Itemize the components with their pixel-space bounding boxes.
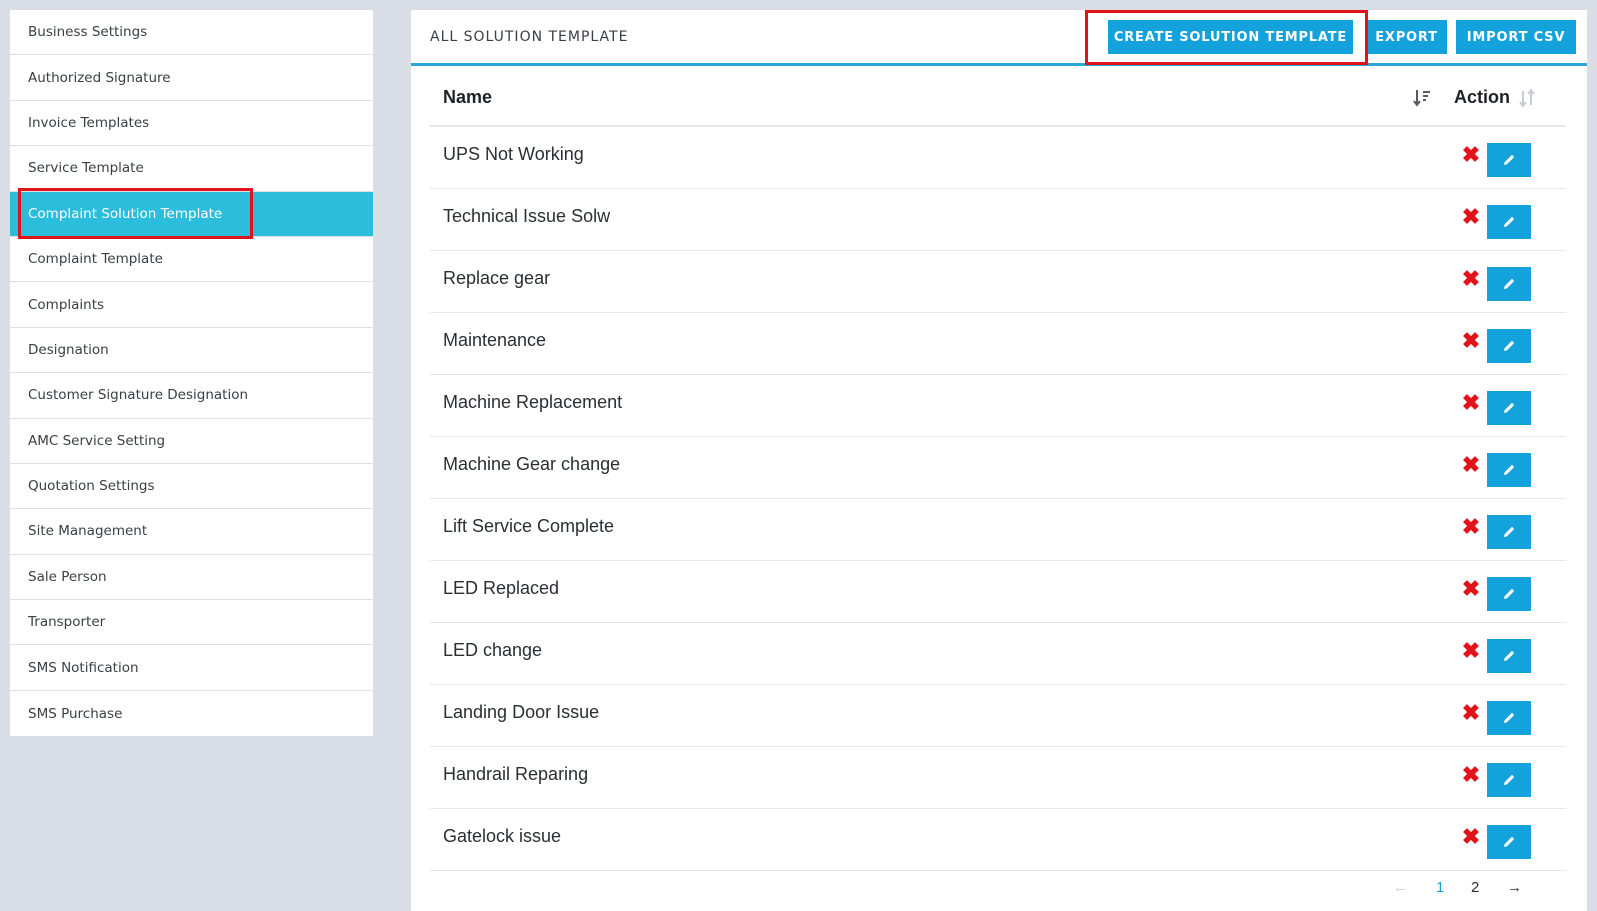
sidebar-item-sms-purchase[interactable]: SMS Purchase (10, 691, 373, 736)
pagination-prev[interactable]: ← (1393, 879, 1408, 909)
delete-icon[interactable]: ✖ (1461, 826, 1481, 848)
panel-header: ALL SOLUTION TEMPLATE CREATE SOLUTION TE… (411, 10, 1587, 66)
row-name: Gatelock issue (443, 826, 562, 846)
edit-button[interactable] (1487, 515, 1531, 549)
pencil-icon (1504, 712, 1515, 723)
delete-icon[interactable]: ✖ (1461, 640, 1481, 662)
row-name: Landing Door Issue (443, 702, 600, 722)
table-row: Landing Door Issue ✖ (430, 685, 1566, 747)
pencil-icon (1504, 588, 1515, 599)
row-name: Technical Issue Solw (443, 206, 611, 226)
delete-icon[interactable]: ✖ (1461, 206, 1481, 228)
table-row: Machine Gear change ✖ (430, 437, 1566, 499)
pencil-icon (1504, 278, 1515, 289)
delete-icon[interactable]: ✖ (1461, 454, 1481, 476)
table-row: Maintenance ✖ (430, 313, 1566, 375)
column-header-name: Name (443, 87, 493, 107)
table-row: Lift Service Complete ✖ (430, 499, 1566, 561)
delete-icon[interactable]: ✖ (1461, 516, 1481, 538)
edit-button[interactable] (1487, 391, 1531, 425)
table-row: LED Replaced ✖ (430, 561, 1566, 623)
pencil-icon (1504, 526, 1515, 537)
delete-icon[interactable]: ✖ (1461, 392, 1481, 414)
delete-icon[interactable]: ✖ (1461, 578, 1481, 600)
sidebar-item-service-template[interactable]: Service Template (10, 146, 373, 192)
pencil-icon (1504, 154, 1515, 165)
edit-button[interactable] (1487, 205, 1531, 239)
table-header: Name Action (430, 67, 1566, 127)
edit-button[interactable] (1487, 267, 1531, 301)
sidebar-item-invoice-templates[interactable]: Invoice Templates (10, 101, 373, 147)
sidebar-item-sale-person[interactable]: Sale Person (10, 555, 373, 601)
sidebar-item-customer-signature-designation[interactable]: Customer Signature Designation (10, 373, 373, 419)
solution-template-table: Name Action UPS Not Working ✖ Technical Is… (430, 67, 1566, 871)
edit-button[interactable] (1487, 639, 1531, 673)
sidebar-item-site-management[interactable]: Site Management (10, 509, 373, 555)
export-button[interactable]: EXPORT (1366, 20, 1447, 54)
pencil-icon (1504, 340, 1515, 351)
pagination-page-2[interactable]: 2 (1471, 879, 1479, 909)
edit-button[interactable] (1487, 453, 1531, 487)
sidebar-item-amc-service-setting[interactable]: AMC Service Setting (10, 419, 373, 464)
delete-icon[interactable]: ✖ (1461, 268, 1481, 290)
row-name: Machine Replacement (443, 392, 623, 412)
row-name: Machine Gear change (443, 454, 621, 474)
delete-icon[interactable]: ✖ (1461, 764, 1481, 786)
pencil-icon (1504, 774, 1515, 785)
edit-button[interactable] (1487, 825, 1531, 859)
pencil-icon (1504, 836, 1515, 847)
action-sort-icon[interactable] (1517, 88, 1537, 113)
edit-button[interactable] (1487, 701, 1531, 735)
sidebar-item-designation[interactable]: Designation (10, 328, 373, 374)
pencil-icon (1504, 216, 1515, 227)
sidebar-item-complaint-template[interactable]: Complaint Template (10, 237, 373, 283)
pagination-page-1[interactable]: 1 (1436, 879, 1444, 909)
sidebar-item-quotation-settings[interactable]: Quotation Settings (10, 464, 373, 510)
table-row: Technical Issue Solw ✖ (430, 189, 1566, 251)
sidebar-item-business-settings[interactable]: Business Settings (10, 10, 373, 56)
row-name: Handrail Reparing (443, 764, 589, 784)
table-row: Replace gear ✖ (430, 251, 1566, 313)
sidebar-item-transporter[interactable]: Transporter (10, 600, 373, 646)
row-name: LED Replaced (443, 578, 560, 598)
solution-template-panel: ALL SOLUTION TEMPLATE CREATE SOLUTION TE… (411, 10, 1587, 911)
row-name: Maintenance (443, 330, 547, 350)
table-row: UPS Not Working ✖ (430, 127, 1566, 189)
sidebar-item-complaints[interactable]: Complaints (10, 282, 373, 328)
edit-button[interactable] (1487, 143, 1531, 177)
settings-sidebar: Business Settings Authorized Signature I… (10, 10, 373, 737)
table-row: Handrail Reparing ✖ (430, 747, 1566, 809)
edit-button[interactable] (1487, 763, 1531, 797)
sidebar-item-sms-notification[interactable]: SMS Notification (10, 645, 373, 691)
column-header-action: Action (1454, 87, 1510, 107)
delete-icon[interactable]: ✖ (1461, 144, 1481, 166)
pagination-next[interactable]: → (1507, 879, 1522, 909)
row-name: Replace gear (443, 268, 551, 288)
create-solution-template-button[interactable]: CREATE SOLUTION TEMPLATE (1108, 20, 1353, 54)
sidebar-item-complaint-solution-template[interactable]: Complaint Solution Template (10, 191, 373, 237)
table-row: LED change ✖ (430, 623, 1566, 685)
sidebar-item-authorized-signature[interactable]: Authorized Signature (10, 55, 373, 101)
delete-icon[interactable]: ✖ (1461, 702, 1481, 724)
row-name: Lift Service Complete (443, 516, 615, 536)
import-csv-button[interactable]: IMPORT CSV (1456, 20, 1576, 54)
page-title: ALL SOLUTION TEMPLATE (430, 29, 629, 45)
edit-button[interactable] (1487, 577, 1531, 611)
edit-button[interactable] (1487, 329, 1531, 363)
row-name: UPS Not Working (443, 144, 584, 164)
pencil-icon (1504, 650, 1515, 661)
delete-icon[interactable]: ✖ (1461, 330, 1481, 352)
table-row: Machine Replacement ✖ (430, 375, 1566, 437)
pencil-icon (1504, 464, 1515, 475)
sort-icon[interactable] (1412, 88, 1432, 113)
row-name: LED change (443, 640, 543, 660)
pencil-icon (1504, 402, 1515, 413)
table-row: Gatelock issue ✖ (430, 809, 1566, 871)
